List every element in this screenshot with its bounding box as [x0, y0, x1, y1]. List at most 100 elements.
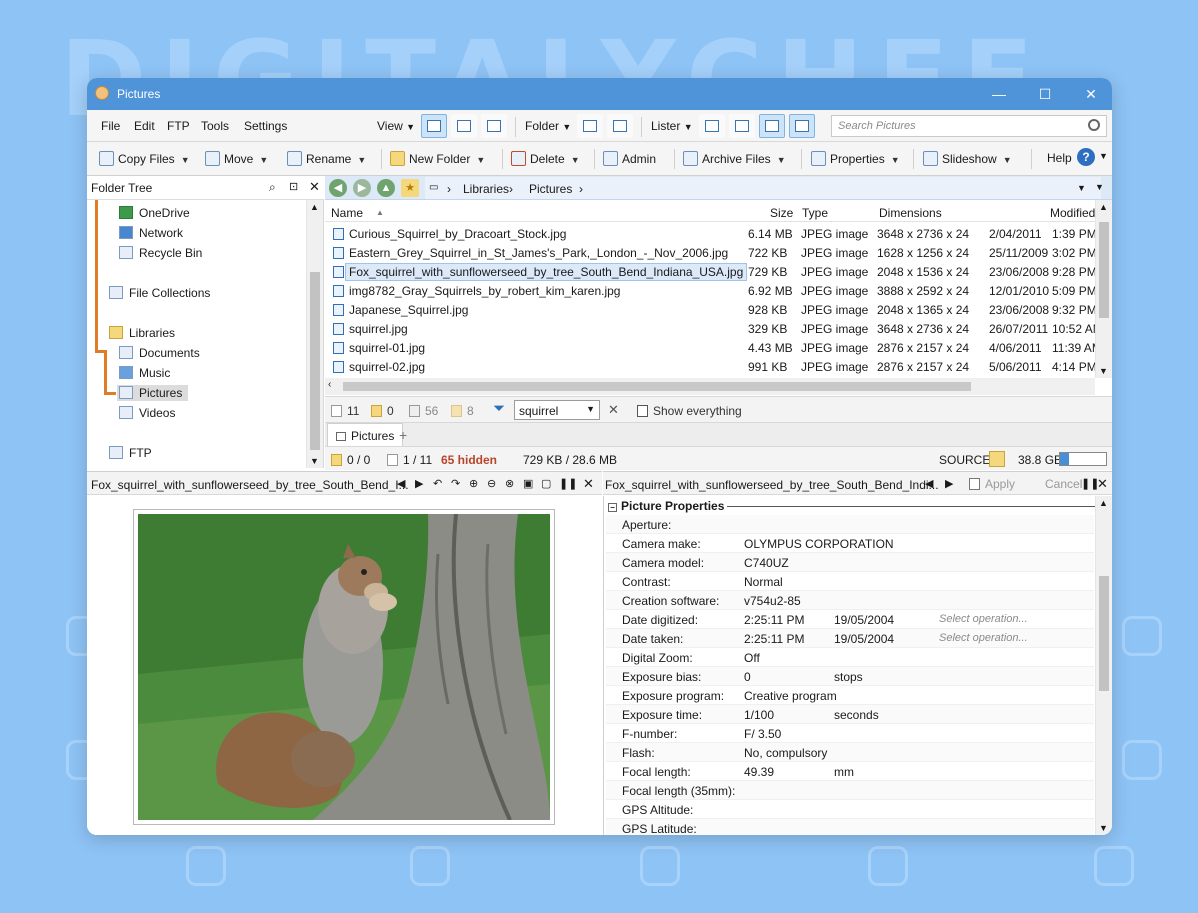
view-list-button[interactable] [451, 114, 477, 138]
chevron-left-icon[interactable]: ‹ [328, 379, 331, 390]
table-row[interactable]: Curious_Squirrel_by_Dracoart_Stock.jpg 6.… [325, 224, 1097, 243]
table-row[interactable]: squirrel-02.jpg 991 KB JPEG image 2876 x 21… [325, 357, 1097, 376]
close-icon[interactable]: ✕ [583, 476, 594, 492]
squirrel-photo[interactable] [133, 509, 555, 825]
prev-icon[interactable]: ◀ [925, 477, 933, 490]
property-row[interactable]: Flash: No, compulsory [606, 743, 1094, 762]
menu-tools[interactable]: Tools [201, 119, 229, 133]
crumb-libraries[interactable]: Libraries [463, 182, 509, 196]
pause-icon[interactable]: ❚❚ [559, 477, 577, 490]
scroll-thumb[interactable] [1099, 576, 1109, 691]
view-thumbs-button[interactable] [481, 114, 507, 138]
property-row[interactable]: Date digitized: 2:25:11 PM 19/05/2004 Sele… [606, 610, 1094, 629]
property-row[interactable]: Camera make: OLYMPUS CORPORATION [606, 534, 1094, 553]
copy-files-button[interactable]: Copy Files ▼ [99, 151, 190, 166]
lock-icon[interactable]: ⊡ [289, 180, 298, 193]
breadcrumb[interactable]: ▭ › Libraries › Pictures › ▼ [425, 177, 1101, 199]
menu-edit[interactable]: Edit [134, 119, 155, 133]
close-icon[interactable]: ✕ [309, 179, 320, 195]
search-icon[interactable] [1088, 119, 1100, 131]
delete-button[interactable]: Delete ▼ [511, 151, 580, 166]
chevron-down-icon[interactable]: ▼ [1099, 366, 1108, 376]
chevron-down-icon[interactable]: ▼ [310, 456, 319, 466]
frame-icon[interactable]: ▣ [523, 477, 533, 490]
table-row[interactable]: Fox_squirrel_with_sunflowerseed_by_tree_… [325, 262, 1097, 281]
menu-settings[interactable]: Settings [244, 119, 287, 133]
table-row[interactable]: img8782_Gray_Squirrels_by_robert_kim_kar… [325, 281, 1097, 300]
scroll-thumb[interactable] [310, 272, 320, 450]
crumb-pictures[interactable]: Pictures [529, 182, 572, 196]
chevron-up-icon[interactable]: ▲ [1099, 498, 1108, 508]
zoom-fit-icon[interactable]: ⊗ [505, 477, 514, 490]
property-operation[interactable]: Select operation... [939, 613, 1028, 625]
rename-button[interactable]: Rename ▼ [287, 151, 366, 166]
tree-item-ftp[interactable]: FTP [109, 446, 152, 460]
close-icon[interactable]: ✕ [1081, 84, 1101, 104]
help-button[interactable]: Help [1047, 151, 1072, 165]
tree-item-documents[interactable]: Documents [119, 346, 200, 360]
tree-item-onedrive[interactable]: OneDrive [119, 206, 190, 220]
show-everything-checkbox[interactable]: Show everything [637, 404, 742, 418]
table-row[interactable]: squirrel.jpg 329 KB JPEG image 3648 x 2736 … [325, 319, 1103, 338]
properties-button[interactable]: Properties ▼ [811, 151, 900, 166]
scroll-thumb[interactable] [1099, 222, 1109, 318]
property-row[interactable]: Aperture: [606, 515, 1094, 534]
next-icon[interactable]: ▶ [415, 477, 423, 490]
cancel-button[interactable]: Cancel [1045, 477, 1082, 491]
table-row[interactable]: Japanese_Squirrel.jpg 928 KB JPEG image 204… [325, 300, 1097, 319]
help-icon[interactable]: ? [1077, 148, 1095, 166]
property-operation[interactable]: Select operation... [939, 632, 1028, 644]
lister-viewer-button[interactable] [789, 114, 815, 138]
collapse-icon[interactable]: − [608, 503, 617, 512]
status-hidden[interactable]: 65 hidden [441, 453, 497, 467]
chevron-up-icon[interactable]: ▲ [310, 202, 319, 212]
scroll-thumb[interactable] [343, 382, 971, 391]
lister-tree-button[interactable] [759, 114, 785, 138]
folder-layout-button[interactable] [577, 114, 603, 138]
file-list-scrollbar[interactable]: ▲ ▼ [1095, 200, 1112, 378]
lister-split-button[interactable] [729, 114, 755, 138]
tree-item-videos[interactable]: Videos [119, 406, 175, 420]
view-details-button[interactable] [421, 114, 447, 138]
property-row[interactable]: Focal length (35mm): [606, 781, 1094, 800]
clear-filter-icon[interactable]: ✕ [608, 402, 619, 418]
new-folder-button[interactable]: New Folder ▼ [390, 151, 485, 166]
file-list-hscrollbar[interactable]: ‹ [325, 378, 1095, 395]
chevron-down-icon[interactable]: ▼ [1077, 183, 1086, 193]
zoom-in-icon[interactable]: ⊕ [469, 477, 478, 490]
add-tab-button[interactable]: + [399, 427, 407, 443]
back-icon[interactable]: ◀ [329, 179, 347, 197]
property-row[interactable]: Exposure bias: 0 stops [606, 667, 1094, 686]
tree-item-file-collections[interactable]: File Collections [109, 286, 210, 300]
property-row[interactable]: Digital Zoom: Off [606, 648, 1094, 667]
chevron-down-icon[interactable]: ▼ [1099, 151, 1108, 161]
lock-icon[interactable] [989, 451, 1005, 467]
search-input[interactable]: Search Pictures [831, 115, 1107, 137]
properties-header[interactable]: − Picture Properties [608, 499, 724, 513]
tree-scrollbar[interactable]: ▲ ▼ [306, 200, 323, 468]
tree-item-music[interactable]: Music [119, 366, 170, 380]
tree-item-pictures[interactable]: Pictures [117, 385, 189, 401]
folder-dual-button[interactable] [607, 114, 633, 138]
table-row[interactable]: Eastern_Grey_Squirrel_in_St_James's_Park… [325, 243, 1097, 262]
property-row[interactable]: Exposure time: 1/100 seconds [606, 705, 1094, 724]
admin-button[interactable]: Admin [603, 151, 656, 166]
lister-single-button[interactable] [699, 114, 725, 138]
property-row[interactable]: GPS Altitude: [606, 800, 1094, 819]
apply-button[interactable]: Apply [969, 477, 1015, 491]
menu-ftp[interactable]: FTP [167, 119, 190, 133]
col-name[interactable]: Name [331, 206, 363, 220]
slideshow-button[interactable]: Slideshow ▼ [923, 151, 1012, 166]
properties-scrollbar[interactable]: ▲ ▼ [1095, 496, 1112, 835]
move-button[interactable]: Move ▼ [205, 151, 268, 166]
tree-item-libraries[interactable]: Libraries [109, 326, 175, 340]
filter-icon[interactable]: ⏷ [493, 400, 505, 417]
favorites-icon[interactable]: ★ [401, 179, 419, 197]
chevron-down-icon[interactable]: ▼ [1099, 823, 1108, 833]
property-row[interactable]: Creation software: v754u2-85 [606, 591, 1094, 610]
maximize-icon[interactable]: ☐ [1035, 84, 1055, 104]
property-row[interactable]: Camera model: C740UZ [606, 553, 1094, 572]
menu-view[interactable]: View ▼ [377, 119, 415, 133]
property-row[interactable]: F-number: F/ 3.50 [606, 724, 1094, 743]
rotate-left-icon[interactable]: ↶ [433, 477, 442, 490]
